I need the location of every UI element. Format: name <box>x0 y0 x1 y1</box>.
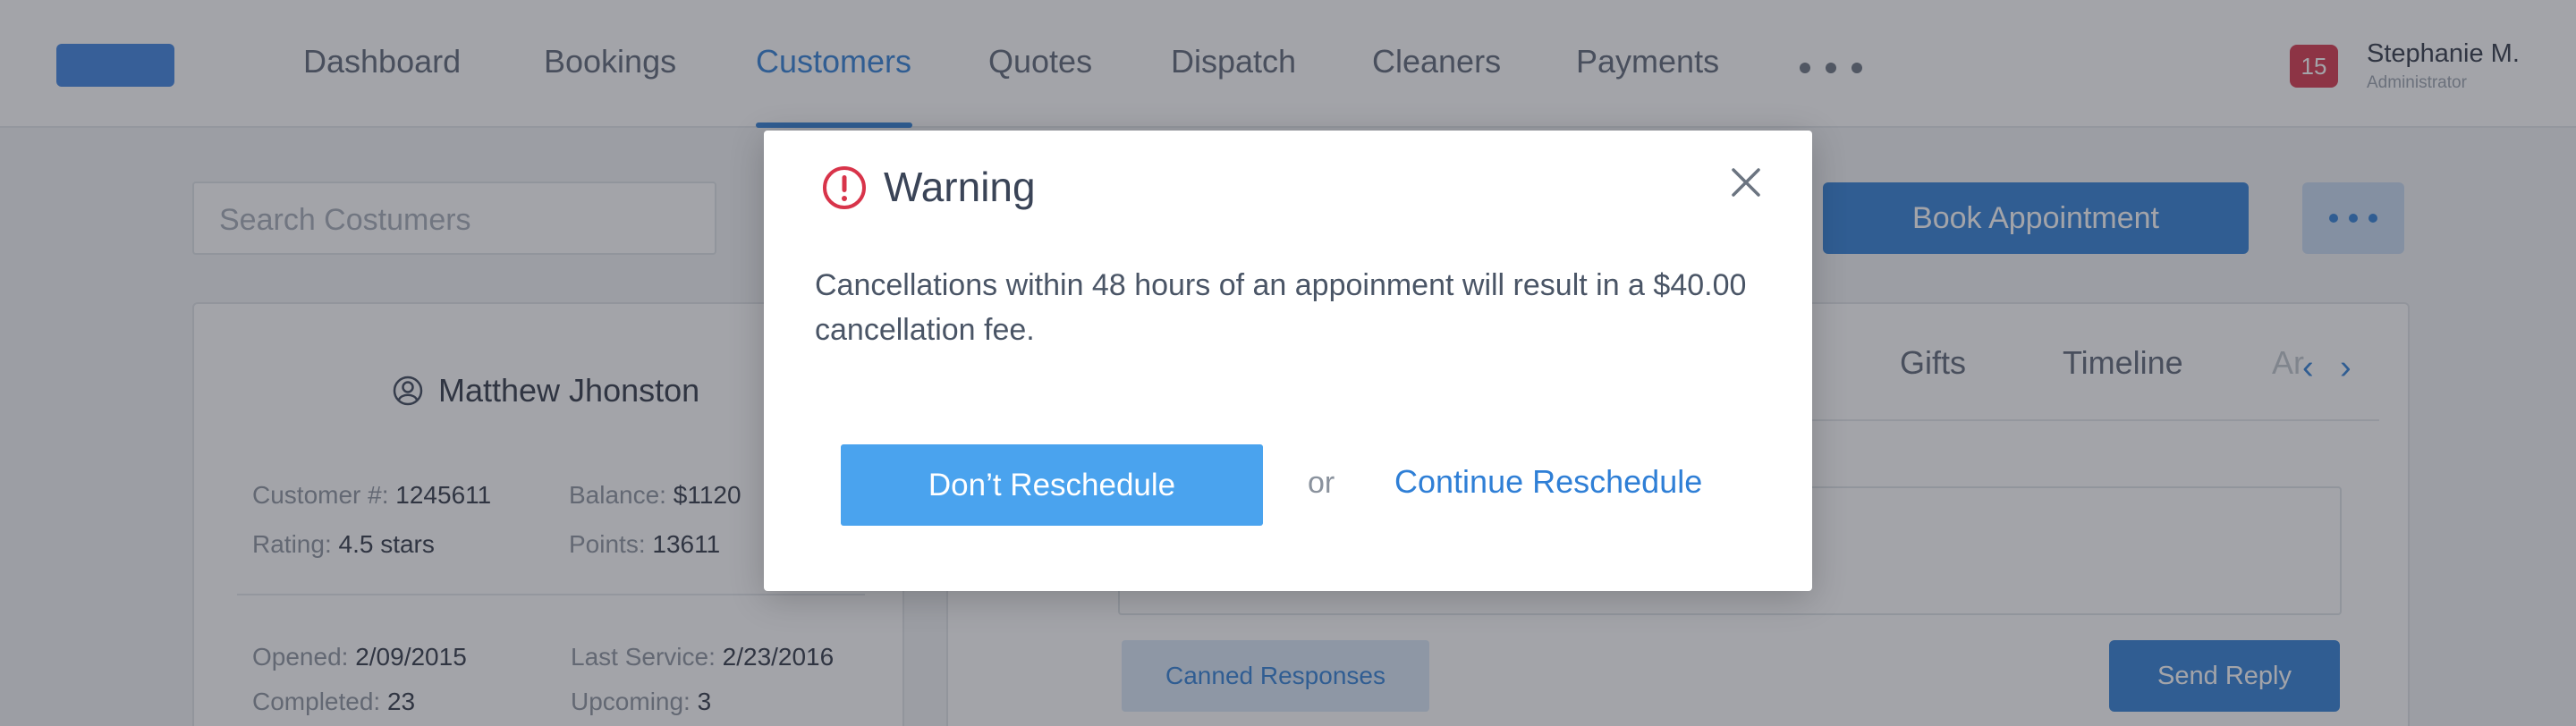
modal-title: Warning <box>884 164 1036 210</box>
continue-reschedule-link[interactable]: Continue Reschedule <box>1394 463 1702 501</box>
close-icon[interactable] <box>1728 165 1764 200</box>
warning-modal: Warning Cancellations within 48 hours of… <box>764 131 1812 591</box>
dont-reschedule-button[interactable]: Don’t Reschedule <box>841 444 1263 526</box>
warning-icon <box>823 166 866 209</box>
or-separator: or <box>1308 466 1335 500</box>
modal-message: Cancellations within 48 hours of an appo… <box>815 268 1747 347</box>
